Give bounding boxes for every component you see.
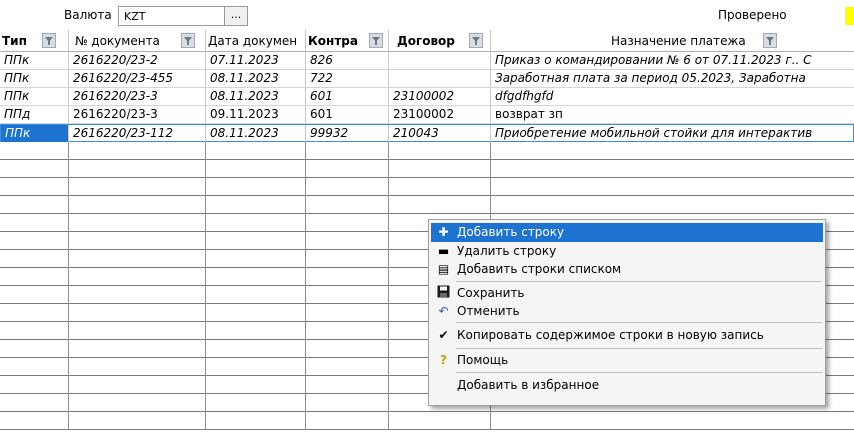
menu-item-cancel[interactable]: ↶ Отменить	[431, 302, 823, 321]
column-header-purpose[interactable]: Назначение платежа	[491, 30, 854, 52]
help-key-icon: ?	[440, 353, 447, 367]
filter-icon[interactable]	[763, 33, 777, 48]
cell-doc-no[interactable]: 2616220/23-3	[69, 88, 206, 105]
column-header-counterparty[interactable]: Контра	[306, 30, 389, 52]
currency-label: Валюта	[64, 8, 112, 22]
menu-item-label: Отменить	[457, 304, 520, 318]
cell-doc-no[interactable]: 2616220/23-2	[69, 52, 206, 69]
cell-doc-no[interactable]: 2616220/23-455	[69, 70, 206, 87]
cell-purpose[interactable]: Заработная плата за период 05.2023, Зара…	[491, 70, 854, 87]
cell-counterparty[interactable]: 601	[306, 106, 389, 123]
menu-item-add-favorite[interactable]: Добавить в избранное	[431, 376, 823, 395]
cell-contract[interactable]	[389, 70, 491, 87]
column-header-doc-no[interactable]: № документа	[69, 30, 206, 52]
column-divider	[68, 142, 69, 430]
menu-item-help[interactable]: ? Помощь	[431, 351, 823, 370]
cell-doc-date[interactable]: 09.11.2023	[206, 106, 306, 123]
column-header-contract-label: Договор	[397, 34, 455, 48]
cell-contract[interactable]: 23100002	[389, 88, 491, 105]
cell-doc-date[interactable]: 08.11.2023	[206, 125, 306, 142]
cell-type[interactable]: ППд	[0, 106, 69, 123]
column-divider	[205, 142, 206, 430]
list-icon: ▤	[437, 262, 450, 276]
column-header-doc-date-label: Дата докумен	[208, 34, 298, 48]
menu-separator	[456, 322, 822, 323]
checked-label: Проверено	[718, 8, 787, 22]
cell-doc-no[interactable]: 2616220/23-3	[69, 106, 206, 123]
empty-row[interactable]	[0, 178, 854, 196]
empty-row[interactable]	[0, 142, 854, 160]
column-header-purpose-label: Назначение платежа	[611, 34, 746, 48]
empty-row[interactable]	[0, 196, 854, 214]
menu-item-copy-row[interactable]: ✔ Копировать содержимое строки в новую з…	[431, 326, 823, 345]
menu-item-label: Добавить в избранное	[457, 378, 600, 392]
toolbar: Валюта KZT ▼ ... Проверено	[0, 0, 854, 30]
menu-item-label: Добавить строку	[457, 225, 565, 239]
cell-contract[interactable]: 210043	[389, 125, 491, 142]
column-header-doc-date[interactable]: Дата докумен	[206, 30, 306, 52]
cell-contract[interactable]	[389, 52, 491, 69]
menu-item-label: Копировать содержимое строки в новую зап…	[457, 328, 764, 342]
cell-purpose[interactable]: dfgdfhgfd	[491, 88, 854, 105]
column-header-contract[interactable]: Договор	[389, 30, 491, 52]
menu-item-label: Помощь	[457, 353, 509, 367]
cell-counterparty[interactable]: 99932	[306, 125, 389, 142]
cell-doc-no[interactable]: 2616220/23-112	[69, 125, 206, 142]
table-row[interactable]: ППк 2616220/23-2 07.11.2023 826 Приказ о…	[0, 52, 854, 70]
undo-icon: ↶	[438, 304, 449, 318]
menu-item-add-rows-list[interactable]: ▤ Добавить строки списком	[431, 260, 823, 279]
cell-purpose[interactable]: Приказ о командировании № 6 от 07.11.202…	[491, 52, 854, 69]
column-header-doc-no-label: № документа	[75, 34, 160, 48]
cell-purpose[interactable]: возврат зп	[491, 106, 854, 123]
cell-type[interactable]: ППк	[0, 88, 69, 105]
currency-lookup-button[interactable]: ...	[224, 6, 248, 26]
table-row-selected[interactable]: ППк 2616220/23-112 08.11.2023 99932 2100…	[0, 124, 854, 142]
floppy-disk-icon	[435, 285, 452, 302]
cell-doc-date[interactable]: 08.11.2023	[206, 70, 306, 87]
context-menu: ✚ Добавить строку ▬ Удалить строку ▤ Доб…	[428, 219, 826, 406]
column-divider	[388, 142, 389, 430]
minus-icon: ▬	[437, 244, 450, 258]
column-header-type-label: Тип	[2, 34, 27, 48]
filter-icon[interactable]	[42, 33, 56, 48]
menu-separator	[456, 281, 822, 282]
menu-item-label: Сохранить	[457, 286, 525, 300]
column-divider	[305, 142, 306, 430]
plus-icon: ✚	[438, 225, 449, 239]
cell-counterparty[interactable]: 826	[306, 52, 389, 69]
cell-doc-date[interactable]: 07.11.2023	[206, 52, 306, 69]
cell-type[interactable]: ППк	[0, 52, 69, 69]
filter-icon[interactable]	[181, 33, 195, 48]
column-header-counterparty-label: Контра	[308, 34, 358, 48]
checked-color-indicator	[845, 7, 854, 25]
cell-purpose[interactable]: Приобретение мобильной стойки для интера…	[491, 125, 853, 142]
menu-item-label: Добавить строки списком	[457, 262, 622, 276]
cell-doc-date[interactable]: 08.11.2023	[206, 88, 306, 105]
menu-separator	[456, 372, 822, 373]
table-row[interactable]: ППк 2616220/23-455 08.11.2023 722 Зарабо…	[0, 70, 854, 88]
menu-item-add-row[interactable]: ✚ Добавить строку	[431, 223, 823, 242]
cell-type[interactable]: ППк	[1, 125, 69, 142]
empty-row[interactable]	[0, 412, 854, 430]
filter-icon[interactable]	[469, 33, 483, 48]
cell-contract[interactable]: 23100002	[389, 106, 491, 123]
cell-type[interactable]: ППк	[0, 70, 69, 87]
cell-counterparty[interactable]: 601	[306, 88, 389, 105]
menu-item-save[interactable]: Сохранить	[431, 284, 823, 303]
menu-separator	[456, 348, 822, 349]
table-row[interactable]: ППк 2616220/23-3 08.11.2023 601 23100002…	[0, 88, 854, 106]
column-header-type[interactable]: Тип	[0, 30, 69, 52]
menu-item-label: Удалить строку	[457, 244, 557, 258]
menu-item-delete-row[interactable]: ▬ Удалить строку	[431, 242, 823, 261]
filter-icon[interactable]	[369, 33, 383, 48]
table-row[interactable]: ППд 2616220/23-3 09.11.2023 601 23100002…	[0, 106, 854, 124]
checkmark-icon: ✔	[438, 328, 449, 342]
empty-row[interactable]	[0, 160, 854, 178]
currency-value: KZT	[124, 10, 146, 23]
cell-counterparty[interactable]: 722	[306, 70, 389, 87]
